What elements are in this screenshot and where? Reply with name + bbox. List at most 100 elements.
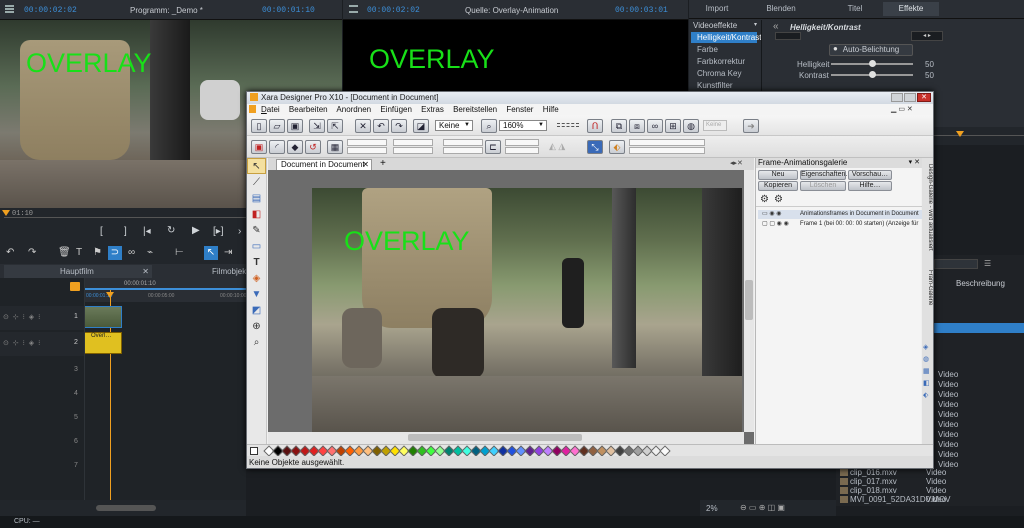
canvas-hscroll[interactable] — [268, 432, 744, 444]
list-item[interactable]: MVI_0091_52DA31D0.MOV Video — [836, 495, 1024, 504]
close-icon[interactable]: ✕ — [362, 160, 369, 170]
lock-ratio-icon[interactable]: ⊏ — [485, 140, 501, 154]
quality-icon[interactable]: ◪ — [413, 119, 429, 133]
menu-bereitstellen[interactable]: Bereitstellen — [453, 105, 497, 114]
link-icon[interactable]: ∞ — [647, 119, 663, 133]
import-icon[interactable]: ⇲ — [309, 119, 325, 133]
playhead-handle[interactable] — [106, 292, 114, 298]
minimize-button[interactable] — [891, 93, 903, 102]
lock-icon[interactable] — [70, 282, 80, 291]
side-tab-frames[interactable]: Fram-Galerie — [922, 270, 933, 330]
track-controls[interactable]: ⊙ ⊹ ⁝ ◈ ⁝ — [3, 313, 41, 321]
category-kunstfilter[interactable]: Kunstfilter — [691, 80, 757, 91]
gallery-delete-button[interactable]: Löschen — [800, 181, 846, 191]
category-videoeffekte[interactable]: Videoeffekte ▾ — [691, 20, 757, 31]
group-icon[interactable]: ⌁ — [147, 247, 153, 258]
doc-window-controls[interactable]: ▁ ▭ ✕ — [891, 105, 913, 113]
layer-icons[interactable]: ▭ ◉ ◉ — [762, 210, 781, 217]
goto-icon[interactable]: [▸] — [213, 226, 224, 237]
close-icon[interactable]: ✕ — [142, 265, 149, 278]
playhead-marker[interactable] — [956, 131, 964, 137]
frame-checkboxes[interactable]: ▢ ▢ ◉ ◉ — [762, 220, 789, 227]
redo-icon[interactable]: ↷ — [28, 247, 36, 258]
play-icon[interactable]: ▶ — [192, 225, 200, 236]
tab-import[interactable]: Import — [689, 2, 745, 16]
flag-icon[interactable]: ⚑ — [93, 247, 102, 258]
tab-blenden[interactable]: Blenden — [753, 2, 809, 16]
gallery-copy-button[interactable]: Kopieren — [758, 181, 798, 191]
zoom-select[interactable]: 160% ▼ — [499, 120, 547, 131]
forward-icon[interactable]: ➜ — [743, 119, 759, 133]
menu-icon[interactable] — [5, 5, 14, 13]
category-chroma-key[interactable]: Chroma Key — [691, 68, 757, 79]
link-icon[interactable]: ∞ — [128, 247, 135, 258]
clip-overlay[interactable]: Overl… — [84, 332, 122, 354]
zoom-tool[interactable]: ⌕ — [247, 336, 266, 350]
arc-icon[interactable]: ◜ — [269, 140, 285, 154]
doc-tab[interactable]: Document in Document ✕ — [276, 159, 372, 170]
category-helligkeit[interactable]: Helligkeit/Kontrast — [691, 32, 761, 43]
tab-filmobjekt[interactable]: Filmobjekt — [160, 265, 248, 278]
effect-preset-select[interactable] — [775, 32, 801, 40]
timeline-scrollbar[interactable] — [0, 500, 246, 516]
rotation-fields[interactable] — [505, 139, 545, 155]
selector-tool[interactable]: ↖ — [247, 158, 266, 174]
open-icon[interactable]: ▱ — [269, 119, 285, 133]
list-item[interactable]: clip_016.mxv Video — [836, 468, 1024, 477]
pointer-button[interactable]: ↖ — [204, 246, 218, 260]
gallery-row-header[interactable]: Animationsframes in Document in Document — [758, 210, 922, 219]
slider-knob[interactable] — [869, 60, 876, 67]
group-icon[interactable]: ⊞ — [665, 119, 681, 133]
canvas-photo[interactable]: OVERLAY — [312, 188, 742, 432]
media-search[interactable] — [934, 259, 978, 269]
loop-icon[interactable]: ↻ — [167, 225, 175, 236]
menu-anordnen[interactable]: Anordnen — [336, 105, 371, 114]
gallery-tool-icon[interactable]: ⚙ — [760, 194, 769, 205]
delete-icon[interactable]: 🗑 — [58, 247, 71, 258]
track-controls[interactable]: ⊙ ⊹ ⁝ ◈ ⁝ — [3, 339, 41, 347]
transform-icon[interactable]: ⤡ — [587, 140, 603, 154]
select-mode-icon[interactable]: ▣ — [251, 140, 267, 154]
copy-icon[interactable]: ⧉ — [611, 119, 627, 133]
gallery-new-button[interactable]: Neu — [758, 170, 798, 180]
text-icon[interactable]: T — [76, 247, 82, 258]
menu-hilfe[interactable]: Hilfe — [543, 105, 559, 114]
menu-extras[interactable]: Extras — [421, 105, 444, 114]
blend-tool[interactable]: ⊕ — [247, 320, 266, 334]
zoom-controls[interactable]: ⊖ ▭ ⊕ ◫ ▣ — [740, 503, 785, 512]
no-color-swatch[interactable] — [250, 447, 258, 455]
list-view-icon[interactable]: ☰ — [984, 259, 991, 268]
shadow-tool[interactable]: ◩ — [247, 304, 266, 318]
grid-icon[interactable]: ▦ — [327, 140, 343, 154]
scroll-thumb[interactable] — [96, 505, 156, 511]
tab-controls[interactable]: ◂▸✕ — [730, 159, 743, 167]
category-farbkorrektur[interactable]: Farbkorrektur — [691, 56, 757, 67]
tag-icon[interactable]: ⬖ — [609, 140, 625, 154]
close-button[interactable]: ✕ — [917, 93, 931, 102]
slider-kontrast[interactable] — [831, 71, 913, 78]
side-tab-design[interactable]: Design-Galerie - wird aktualisiert — [922, 164, 933, 254]
globe-icon[interactable]: ◍ — [683, 119, 699, 133]
scroll-thumb[interactable] — [745, 280, 753, 320]
auto-exposure-button[interactable]: Auto-Belichtung — [829, 44, 913, 56]
paste-icon[interactable]: ⧈ — [629, 119, 645, 133]
menu-datei[interactable]: Datei — [261, 105, 280, 114]
pen-tool[interactable]: ✎ — [247, 224, 266, 238]
magnet-button[interactable]: ⊃ — [108, 246, 122, 260]
magnet-icon[interactable]: Ո — [587, 119, 603, 133]
tab-titel[interactable]: Titel — [827, 2, 883, 16]
menu-icon[interactable] — [349, 5, 358, 13]
more-icon[interactable]: ⇥ — [224, 247, 232, 258]
side-tool-icons[interactable]: ◈ ◍ ▦ ◧ ⬖ — [923, 342, 930, 402]
menu-bearbeiten[interactable]: Bearbeiten — [289, 105, 328, 114]
undo-icon[interactable]: ↶ — [373, 119, 389, 133]
scroll-thumb[interactable] — [408, 434, 582, 441]
slider-knob[interactable] — [869, 71, 876, 78]
zoom-icon[interactable]: ⌕ — [481, 119, 497, 133]
photo-tool[interactable]: ▤ — [247, 192, 266, 206]
ruler-icon[interactable] — [557, 123, 579, 127]
mark-in-icon[interactable]: [ — [100, 226, 103, 237]
canvas-vscroll[interactable] — [744, 170, 754, 432]
new-icon[interactable]: ▯ — [251, 119, 267, 133]
list-item[interactable]: clip_017.mxv Video — [836, 477, 1024, 486]
